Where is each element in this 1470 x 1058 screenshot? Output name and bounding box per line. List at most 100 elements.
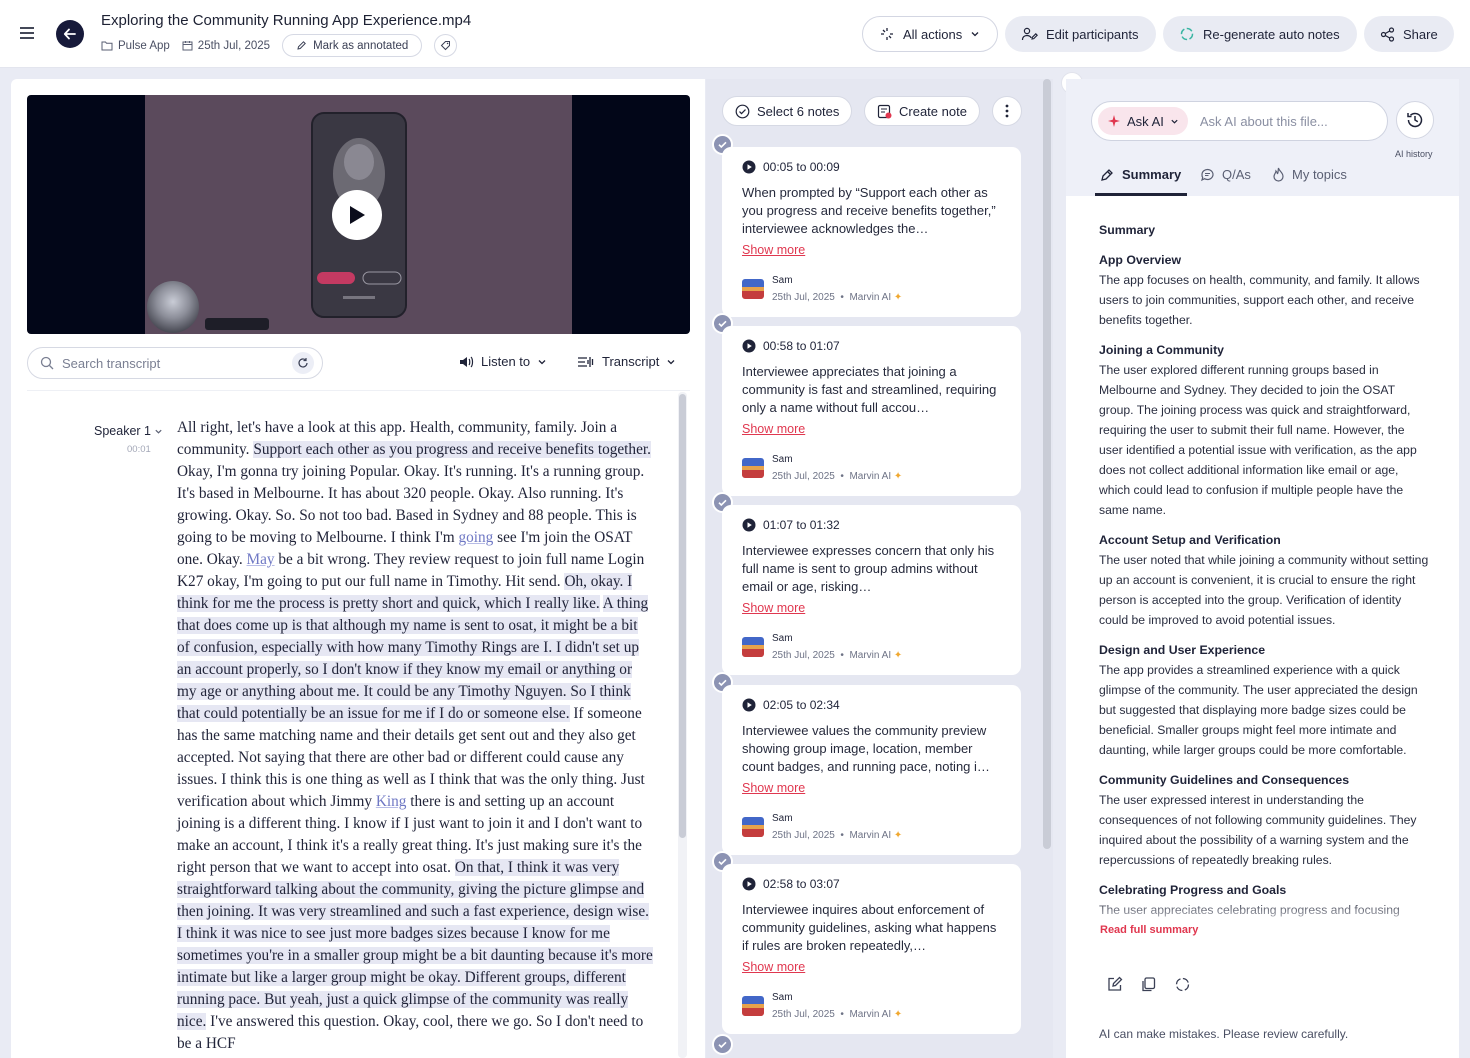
sparkle-icon <box>1108 115 1120 127</box>
video-controls[interactable] <box>205 318 269 330</box>
scrollbar-thumb[interactable] <box>679 394 686 838</box>
chevron-down-icon <box>155 429 162 434</box>
copy-icon <box>1142 977 1156 992</box>
listen-to-label: Listen to <box>481 354 531 369</box>
regenerate-label: Re-generate auto notes <box>1203 26 1340 42</box>
create-note-button[interactable]: Create note <box>864 96 980 126</box>
note-select-checkbox[interactable] <box>712 1034 733 1055</box>
mark-annotated-button[interactable]: Mark as annotated <box>282 34 423 57</box>
highlighted-segment[interactable]: A thing that does come up is that althou… <box>177 595 649 722</box>
note-author: Sam <box>772 813 793 824</box>
transcript-segment: I've answered this question. Okay, cool,… <box>177 1013 644 1052</box>
sparkle-cursor-icon <box>881 28 893 40</box>
author-avatar <box>742 458 764 478</box>
edit-summary-button[interactable] <box>1106 976 1123 993</box>
note-text: Interviewee inquires about enforcement o… <box>742 902 997 953</box>
tab-my-topics[interactable]: My topics <box>1272 167 1347 182</box>
show-more-link[interactable]: Show more <box>742 601 805 615</box>
ai-sparkle-icon: ✦ <box>891 292 903 303</box>
ai-history-label: AI history <box>1395 149 1433 159</box>
back-button[interactable] <box>56 20 84 48</box>
menu-icon[interactable] <box>18 24 36 42</box>
share-label: Share <box>1403 26 1438 42</box>
author-avatar <box>742 637 764 657</box>
tab-qas[interactable]: Q/As <box>1200 167 1251 182</box>
note-card[interactable]: 02:58 to 03:07 Interviewee inquires about… <box>722 864 1021 1034</box>
read-full-summary-link[interactable]: Read full summary <box>1100 924 1198 936</box>
ai-history-button[interactable] <box>1396 101 1434 139</box>
check-icon <box>718 1041 727 1049</box>
note-timestamp[interactable]: 00:58 to 01:07 <box>742 339 840 353</box>
project-link[interactable]: Pulse App <box>101 40 170 52</box>
note-card[interactable]: 00:58 to 01:07 Interviewee appreciates th… <box>722 326 1021 496</box>
mark-annotated-label: Mark as annotated <box>313 39 409 52</box>
note-source: Marvin AI <box>849 471 892 482</box>
note-source: Marvin AI <box>849 830 892 841</box>
highlighted-segment[interactable]: On that, I think it was very straightfor… <box>177 859 653 1030</box>
regenerate-summary-button[interactable] <box>1174 976 1191 993</box>
speaker-name: Speaker 1 <box>94 424 151 438</box>
speaker-wave-icon <box>460 356 474 367</box>
speaker-selector[interactable]: Speaker 1 <box>94 424 163 438</box>
summary-section-text: The app provides a streamlined experienc… <box>1099 663 1418 757</box>
listen-to-dropdown[interactable]: Listen to <box>459 354 547 369</box>
show-more-link[interactable]: Show more <box>742 781 805 795</box>
more-options-button[interactable] <box>992 96 1022 126</box>
note-source: Marvin AI <box>849 650 892 661</box>
ask-ai-field[interactable]: Ask AI Ask AI about this file... <box>1091 101 1388 141</box>
note-date-source: 25th Jul, 2025 • Marvin AI ✦ <box>772 471 902 482</box>
note-card[interactable]: 02:05 to 02:34 Interviewee values the com… <box>722 685 1021 855</box>
ai-sparkle-icon: ✦ <box>891 830 903 841</box>
tag-icon <box>441 41 451 51</box>
tab-summary[interactable]: Summary <box>1100 167 1181 182</box>
tag-button[interactable] <box>434 34 458 57</box>
search-transcript-field[interactable]: Search transcript <box>27 347 323 379</box>
low-confidence-word[interactable]: going <box>458 529 493 546</box>
summary-section-text: The user noted that while joining a comm… <box>1099 553 1429 627</box>
note-timestamp[interactable]: 01:07 to 01:32 <box>742 518 840 532</box>
show-more-link[interactable]: Show more <box>742 243 805 257</box>
divider <box>27 390 690 391</box>
transcript-dropdown[interactable]: Transcript <box>577 354 676 369</box>
author-avatar <box>742 817 764 837</box>
play-circle-icon <box>742 339 756 353</box>
note-date: 25th Jul, 2025 <box>772 292 835 303</box>
play-button[interactable] <box>332 190 382 240</box>
low-confidence-word[interactable]: King <box>376 793 407 810</box>
show-more-link[interactable]: Show more <box>742 422 805 436</box>
ai-panel-header: Ask AI Ask AI about this file... AI hist… <box>1066 79 1459 196</box>
highlighted-segment[interactable]: Support each other as you progress and r… <box>253 441 651 458</box>
edit-participants-button[interactable]: Edit participants <box>1005 16 1156 52</box>
share-button[interactable]: Share <box>1364 16 1454 52</box>
show-more-link[interactable]: Show more <box>742 960 805 974</box>
low-confidence-word[interactable]: May <box>247 551 275 568</box>
transcript-panel: Search transcript Listen to Transcript S… <box>11 79 705 1058</box>
tab-summary-label: Summary <box>1122 167 1182 182</box>
note-timestamp[interactable]: 02:05 to 02:34 <box>742 698 840 712</box>
calendar-icon <box>182 41 193 51</box>
all-actions-button[interactable]: All actions <box>862 16 998 52</box>
select-notes-button[interactable]: Select 6 notes <box>722 96 853 126</box>
note-card[interactable]: 00:05 to 00:09 When prompted by “Support … <box>722 147 1021 317</box>
copy-summary-button[interactable] <box>1140 976 1157 993</box>
ai-sparkle-icon: ✦ <box>891 1009 903 1020</box>
ask-ai-button[interactable]: Ask AI <box>1098 107 1188 135</box>
note-timestamp[interactable]: 00:05 to 00:09 <box>742 160 840 174</box>
refresh-search-button[interactable] <box>292 352 314 374</box>
summary-title: Summary <box>1099 223 1156 237</box>
speaker-timestamp[interactable]: 00:01 <box>127 444 151 455</box>
regenerate-icon <box>1175 977 1190 992</box>
note-timestamp[interactable]: 02:58 to 03:07 <box>742 877 840 891</box>
transcript-scrollbar[interactable] <box>678 392 687 1058</box>
video-frame <box>145 95 572 334</box>
edit-participants-label: Edit participants <box>1046 26 1139 42</box>
regenerate-notes-button[interactable]: Re-generate auto notes <box>1163 16 1357 52</box>
file-date: 25th Jul, 2025 <box>182 40 270 52</box>
video-player[interactable] <box>27 95 690 334</box>
notes-scrollbar[interactable] <box>1043 79 1051 849</box>
summary-section-text: The user expressed interest in understan… <box>1099 793 1417 867</box>
notes-column: Select 6 notes Create note 00:05 to 00:0… <box>706 79 1053 1058</box>
top-bar: Exploring the Community Running App Expe… <box>0 0 1470 68</box>
note-card[interactable]: 01:07 to 01:32 Interviewee expresses conc… <box>722 505 1021 675</box>
transcript-text[interactable]: All right, let's have a look at this app… <box>177 417 653 1055</box>
